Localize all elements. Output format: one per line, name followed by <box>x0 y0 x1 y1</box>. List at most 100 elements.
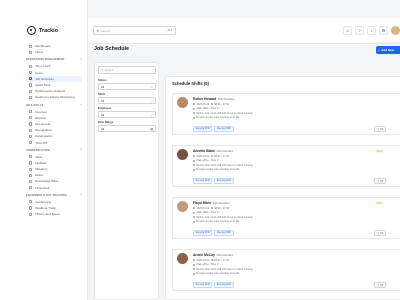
brand[interactable]: Trackio <box>27 26 58 35</box>
sidebar-item-time-off[interactable]: Time Off <box>26 139 82 145</box>
filters-panel: ⚲ Search Status All ⌄ Skills All ⌄ Employee All… <box>94 62 159 300</box>
sidebar-item-history-and-route[interactable]: History and Route <box>26 211 82 217</box>
shift-tag: Evening Shift <box>214 125 234 133</box>
filter-select-value: All <box>101 84 105 89</box>
filter-select[interactable]: All ⌄ <box>98 83 156 91</box>
chat-button-label: Ch <box>380 127 384 131</box>
filter-select[interactable]: All ▦ <box>98 125 156 133</box>
schedule-shifts-panel: Schedule Shifts (5) Esther Howard Shift A… <box>165 76 400 300</box>
award-icon <box>29 128 33 132</box>
shift-detail: Review weekly team meeting at 11 AM <box>193 116 239 119</box>
shift-detail: 2025-03-04 08:00 - 17:00 <box>193 259 229 262</box>
shift-detail: Main office - Floor 2 <box>193 263 219 266</box>
search-shortcut: ⌘ K <box>167 29 173 32</box>
calendar-icon <box>193 103 195 105</box>
add-new-button[interactable]: + Add New <box>376 46 400 54</box>
sidebar-item-help-desk[interactable]: Help Desk <box>26 185 82 191</box>
shift-tag: Evening Shift <box>193 125 213 133</box>
page-title: Job Schedule <box>94 46 130 52</box>
filter-select[interactable]: All ⌄ <box>98 97 156 105</box>
users-icon <box>29 50 33 54</box>
activity-icon <box>29 95 33 99</box>
notification-icon[interactable]: ♪ <box>367 26 376 35</box>
sidebar-item-employee-activity-monitoring[interactable]: Employee Activity Monitoring <box>26 94 82 100</box>
brand-logo-icon <box>27 26 36 35</box>
chat-button-label: Ch <box>380 231 384 235</box>
sidebar-section-header[interactable]: HR & SKILLS ⌃ <box>26 102 82 109</box>
calendar-icon <box>29 77 33 81</box>
shift-detail-text: Main office - Floor 2 <box>196 107 219 110</box>
filter-search-input[interactable]: Search <box>105 68 114 72</box>
settings-icon[interactable]: ⚙ <box>379 26 388 35</box>
shift-detail-text: Deliver team lead shift with focus on cl… <box>196 111 253 115</box>
sidebar-item-label: Dashboard <box>35 44 51 49</box>
sidebar-item-label: Recognition <box>35 128 52 133</box>
sidebar-section-title: COMMUNICATION <box>26 148 50 152</box>
filter-select[interactable]: All ⌄ <box>98 111 156 119</box>
headset-icon[interactable]: ♫ <box>343 26 352 35</box>
shift-detail: Main office - Floor 2 <box>193 211 219 214</box>
sidebar-item-users[interactable]: Users <box>26 49 82 55</box>
sidebar: Trackio Dashboard Users OPERATIONS MANAGEM… <box>0 0 88 300</box>
chevron-down-icon: ⌄ <box>150 112 153 117</box>
dashboard-icon <box>29 44 33 48</box>
help-icon[interactable]: ? <box>355 26 364 35</box>
shift-card[interactable]: Annette Black Shift Attendant 2025-03-04 08… <box>172 145 400 187</box>
filter-group: Employee All ⌄ <box>98 106 156 119</box>
filter-search[interactable]: ⚲ Search <box>98 66 156 74</box>
shift-detail-text: Review weekly team meeting at 11 AM <box>196 168 240 171</box>
megaphone-icon <box>29 161 33 165</box>
search-input[interactable]: Search ... <box>101 29 166 33</box>
clock-icon <box>210 207 213 209</box>
shift-detail: 2025-03-04 08:00 - 17:00 <box>193 207 229 210</box>
sidebar-item-courses[interactable]: Courses <box>26 109 82 115</box>
chat-button[interactable]: ▢ Ch <box>374 126 386 132</box>
sidebar-section-header[interactable]: COMMUNICATION ⌃ <box>26 147 82 154</box>
sidebar-item-label: Directory <box>35 167 48 172</box>
location-icon <box>193 211 195 214</box>
chat-button[interactable]: ▢ Ch <box>374 282 386 288</box>
gift-icon <box>29 134 33 138</box>
task-icon <box>29 83 33 87</box>
avatar <box>177 253 188 264</box>
brand-name: Trackio <box>39 27 58 34</box>
shift-detail: Deliver team lead shift with focus on cl… <box>193 164 253 167</box>
user-avatar[interactable] <box>391 26 400 35</box>
search-icon: ⚲ <box>96 28 99 33</box>
shift-detail-text: Deliver team lead shift with focus on cl… <box>196 163 253 167</box>
employee-name-row: Arlene McCoy Shift Attendant <box>193 253 233 257</box>
chat-button[interactable]: ▢ Ch <box>374 178 386 184</box>
sidebar-item-chat[interactable]: Chat <box>26 154 82 160</box>
note-icon <box>193 116 195 119</box>
chat-button[interactable]: ▢ Ch <box>374 230 386 236</box>
global-search[interactable]: ⚲ Search ... ⌘ K <box>93 26 176 35</box>
sidebar-item-time-clock[interactable]: Time Clock <box>26 63 82 69</box>
shift-card[interactable]: Floyd Miles Shift Attendant 2025-03-04 08:0… <box>172 197 400 239</box>
location-icon <box>193 159 195 162</box>
clock-icon <box>29 64 33 69</box>
chat-icon: ▢ <box>376 179 380 183</box>
chevron-down-icon: ⌄ <box>150 98 153 103</box>
shift-detail-text: Review weekly team meeting at 11 AM <box>196 272 240 275</box>
sidebar-item-knowledge-base[interactable]: Knowledge Base <box>26 178 82 184</box>
search-icon: ⚲ <box>101 68 104 72</box>
sidebar-section-header[interactable]: EQUIPMENT & OUT TRACKING ⌃ <box>26 192 82 199</box>
note-icon <box>193 268 195 270</box>
filter-label: Skills <box>98 92 106 96</box>
shift-card[interactable]: Esther Howard Shift Attendant 2025-03-04 08… <box>172 93 400 135</box>
chat-icon <box>29 155 33 159</box>
sidebar-item-items[interactable]: Items <box>26 70 82 76</box>
employee-name: Arlene McCoy <box>193 253 215 258</box>
event-icon <box>29 173 33 177</box>
shift-card[interactable]: Arlene McCoy Shift Attendant 2025-03-04 08:… <box>172 249 400 291</box>
sidebar-item-reports[interactable]: Reports <box>26 115 82 121</box>
shift-detail: Review weekly team meeting at 11 AM <box>193 168 239 171</box>
sidebar-item-label: Items <box>35 70 43 75</box>
sidebar-item-label: Documents <box>35 121 51 126</box>
shift-detail-text: Review weekly team meeting at 11 AM <box>196 116 240 119</box>
shift-detail: Main office - Floor 2 <box>193 107 219 110</box>
avatar <box>177 201 188 212</box>
sidebar-section-header[interactable]: OPERATIONS MANAGEMENT ⌃ <box>26 56 82 63</box>
shift-detail-text: 08:00 - 17:00 <box>214 102 230 106</box>
sidebar-section-title: EQUIPMENT & OUT TRACKING <box>26 193 68 197</box>
